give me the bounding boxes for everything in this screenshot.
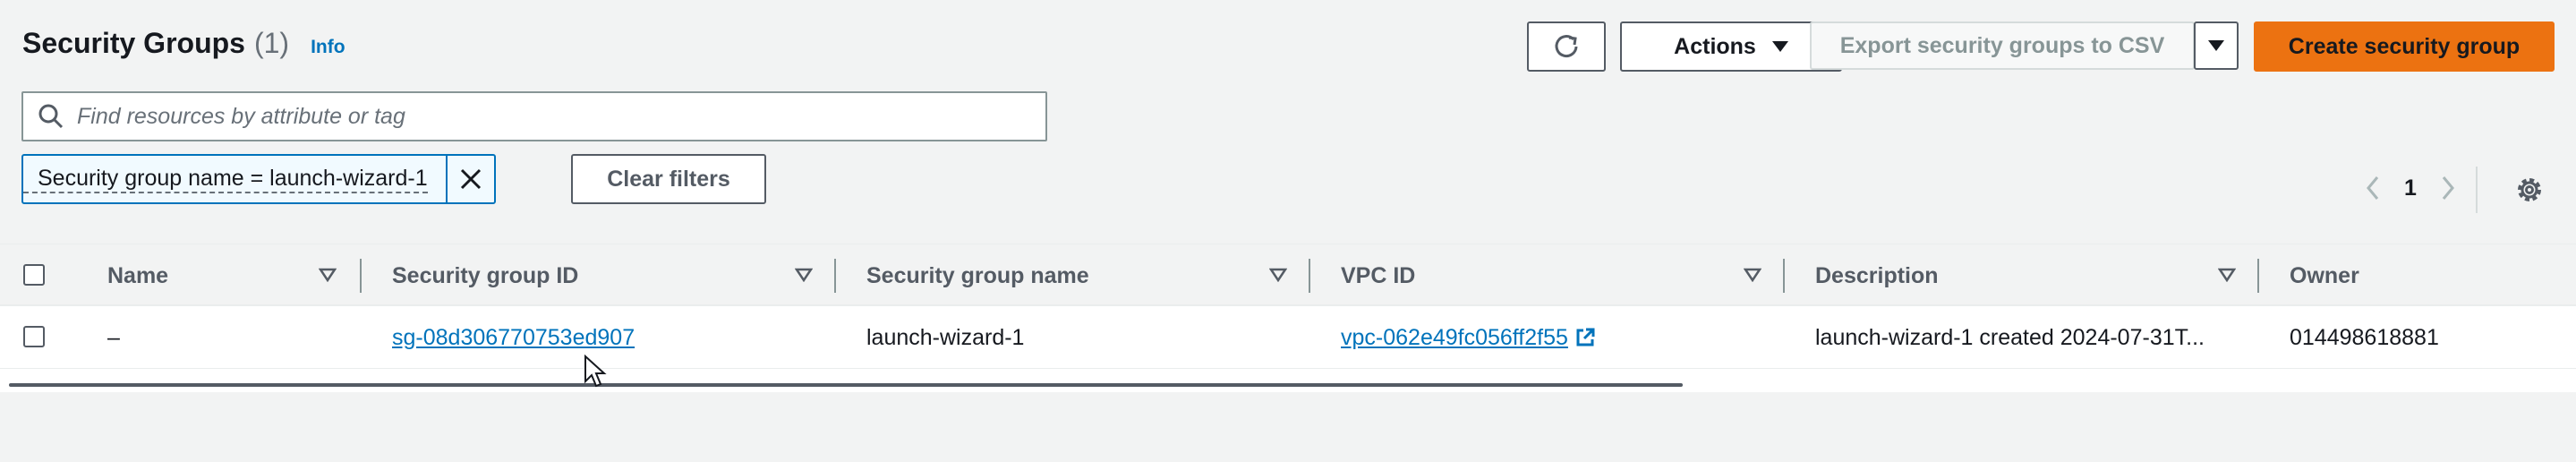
export-csv-button[interactable]: Export security groups to CSV bbox=[1810, 21, 2195, 70]
create-security-group-button[interactable]: Create security group bbox=[2254, 21, 2555, 72]
sort-icon[interactable] bbox=[2218, 268, 2236, 282]
column-header-owner[interactable]: Owner bbox=[2290, 244, 2359, 307]
caret-down-icon bbox=[1771, 41, 1788, 52]
cell-security-group-name: launch-wizard-1 bbox=[866, 324, 1025, 350]
chevron-left-icon[interactable] bbox=[2363, 174, 2383, 202]
horizontal-scrollbar[interactable] bbox=[0, 369, 2576, 392]
close-icon bbox=[460, 168, 482, 190]
column-resizer[interactable] bbox=[2257, 259, 2259, 293]
select-all-checkbox[interactable] bbox=[23, 264, 45, 286]
sort-icon[interactable] bbox=[795, 268, 813, 282]
row-checkbox[interactable] bbox=[23, 326, 45, 347]
mouse-cursor-icon bbox=[584, 355, 607, 388]
search-input[interactable] bbox=[77, 103, 1026, 130]
external-link-icon[interactable] bbox=[1574, 326, 1597, 349]
chevron-right-icon[interactable] bbox=[2438, 174, 2458, 202]
cell-owner: 014498618881 bbox=[2290, 324, 2439, 350]
actions-dropdown[interactable]: Actions bbox=[1620, 21, 1842, 72]
filter-token-label[interactable]: Security group name = launch-wizard-1 bbox=[23, 165, 428, 193]
sort-icon[interactable] bbox=[1744, 268, 1761, 282]
sort-icon[interactable] bbox=[1269, 268, 1287, 282]
refresh-button[interactable] bbox=[1527, 21, 1606, 72]
gear-icon[interactable] bbox=[2513, 174, 2546, 206]
sort-icon[interactable] bbox=[319, 268, 337, 282]
security-groups-page: Security Groups (1) Info Actions Export … bbox=[0, 0, 2576, 462]
table-row[interactable]: – sg-08d306770753ed907 launch-wizard-1 v… bbox=[0, 306, 2576, 369]
pagination: 1 bbox=[2363, 174, 2458, 202]
column-header-name[interactable]: Name bbox=[107, 244, 168, 307]
refresh-icon bbox=[1555, 35, 1578, 58]
page-title: Security Groups (1) Info bbox=[22, 27, 345, 60]
pagination-divider bbox=[2476, 167, 2478, 213]
actions-label: Actions bbox=[1674, 33, 1756, 59]
clear-filters-button[interactable]: Clear filters bbox=[571, 154, 766, 204]
filter-token: Security group name = launch-wizard-1 bbox=[21, 154, 496, 204]
resource-count: (1) bbox=[253, 27, 290, 59]
column-header-security-group-name[interactable]: Security group name bbox=[866, 244, 1089, 307]
export-options-dropdown[interactable] bbox=[2194, 21, 2239, 70]
table-header: Name Security group ID Security group na… bbox=[0, 244, 2576, 306]
column-resizer[interactable] bbox=[834, 259, 836, 293]
scrollbar-thumb[interactable] bbox=[9, 383, 1683, 387]
vpc-id-link[interactable]: vpc-062e49fc056ff2f55 bbox=[1341, 325, 1568, 351]
caret-down-icon bbox=[2208, 40, 2224, 51]
cell-vpc-id: vpc-062e49fc056ff2f55 bbox=[1341, 306, 1597, 369]
column-resizer[interactable] bbox=[1309, 259, 1310, 293]
remove-filter-button[interactable] bbox=[446, 156, 494, 202]
cell-name: – bbox=[107, 324, 120, 350]
search-bar[interactable] bbox=[21, 91, 1047, 141]
column-resizer[interactable] bbox=[1783, 259, 1785, 293]
column-resizer[interactable] bbox=[360, 259, 362, 293]
column-header-security-group-id[interactable]: Security group ID bbox=[392, 244, 578, 307]
cell-description: launch-wizard-1 created 2024-07-31T... bbox=[1815, 324, 2205, 350]
page-title-text: Security Groups bbox=[22, 27, 245, 59]
column-header-vpc-id[interactable]: VPC ID bbox=[1341, 244, 1415, 307]
column-header-description[interactable]: Description bbox=[1815, 244, 1939, 307]
search-icon bbox=[38, 104, 64, 129]
info-link[interactable]: Info bbox=[311, 37, 345, 58]
current-page[interactable]: 1 bbox=[2404, 175, 2417, 201]
